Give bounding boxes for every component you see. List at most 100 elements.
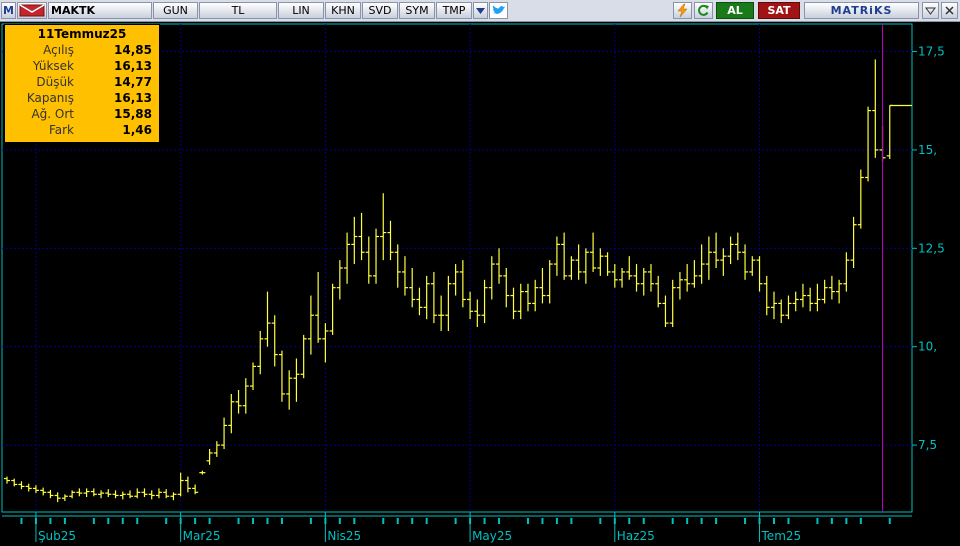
x-day-marker: [888, 518, 891, 524]
x-day-marker: [526, 518, 529, 524]
symbol-flag-icon[interactable]: [17, 2, 47, 19]
ohlc-bar: [814, 283, 821, 312]
y-tick-label: 12,5: [918, 241, 945, 255]
x-tick-label: Tem25: [761, 529, 802, 543]
ohlc-bar: [69, 490, 76, 499]
x-day-marker: [700, 518, 703, 524]
sell-button[interactable]: SAT: [758, 2, 800, 19]
ohlc-bar: [148, 490, 155, 500]
ohlc-bar: [828, 275, 835, 300]
volume-button[interactable]: SVD: [362, 2, 398, 19]
info-value: 15,88: [114, 107, 152, 121]
ohlc-bar: [727, 236, 734, 265]
chart-style-button[interactable]: KHN: [325, 2, 361, 19]
ohlc-bar: [170, 492, 177, 501]
x-day-marker: [411, 518, 414, 524]
x-day-marker: [772, 518, 775, 524]
x-day-marker: [136, 518, 139, 524]
ohlc-bar: [705, 236, 712, 280]
x-tick-label: Nis25: [327, 529, 361, 543]
x-day-marker: [715, 518, 718, 524]
brand-label: MATRiKS: [804, 2, 919, 19]
x-day-marker: [613, 518, 616, 524]
x-day-marker: [744, 518, 747, 524]
scale-button[interactable]: LIN: [278, 2, 324, 19]
ohlc-bar: [742, 244, 749, 280]
ohlc-bar: [510, 287, 517, 320]
ohlc-bar: [749, 256, 756, 276]
ohlc-bar: [517, 283, 524, 320]
top-toolbar: M MAKTK GUN TL LIN KHN SVD SYM TMP AL SA…: [0, 0, 960, 22]
ohlc-bar: [32, 485, 39, 494]
close-button[interactable]: [941, 2, 958, 19]
ohlc-bar: [568, 256, 575, 280]
ohlc-bar: [553, 236, 560, 276]
ohlc-bar: [452, 264, 459, 296]
y-tick-label: 7,5: [918, 438, 937, 452]
ohlc-bar: [546, 260, 553, 304]
ohlc-bar: [61, 494, 68, 501]
info-row: Yüksek 16,13: [9, 59, 154, 75]
info-row: Düşük 14,77: [9, 75, 154, 91]
ohlc-bar: [409, 268, 416, 308]
ohlc-bar: [872, 59, 879, 158]
ohlc-bar: [626, 256, 633, 280]
twitter-button[interactable]: [489, 2, 508, 19]
ohlc-bar: [199, 470, 206, 475]
collapse-button[interactable]: [922, 2, 939, 19]
info-value: 1,46: [122, 123, 152, 137]
ohlc-bar: [112, 490, 119, 499]
ohlc-bar: [278, 350, 285, 402]
x-day-marker: [266, 518, 269, 524]
ohlc-bar: [221, 417, 228, 450]
ohlc-bar: [213, 441, 220, 457]
info-value: 14,77: [114, 75, 152, 89]
ohlc-bar: [647, 264, 654, 292]
alarm-button[interactable]: [673, 2, 692, 19]
ohlc-bar: [184, 476, 191, 493]
info-label: Kapanış: [26, 91, 74, 105]
x-day-marker: [859, 518, 862, 524]
app-menu-button[interactable]: M: [1, 2, 16, 19]
y-tick-label: 10,: [918, 340, 937, 354]
lightning-icon: [677, 3, 688, 18]
symbol-input[interactable]: MAKTK: [48, 2, 152, 19]
x-day-marker: [425, 518, 428, 524]
ohlc-bar: [807, 287, 814, 312]
ohlc-bar: [300, 334, 307, 379]
x-day-marker: [642, 518, 645, 524]
info-value: 16,13: [114, 59, 152, 73]
ohlc-bar: [821, 279, 828, 304]
ohlc-bar: [843, 252, 850, 292]
ohlc-bar: [778, 299, 785, 324]
x-tick-label: May25: [472, 529, 512, 543]
ohlc-bar: [575, 244, 582, 280]
ohlc-bar: [76, 488, 83, 497]
ohlc-bar: [474, 299, 481, 328]
x-day-marker: [34, 518, 37, 524]
currency-button[interactable]: TL: [199, 2, 277, 19]
x-day-marker: [628, 518, 631, 524]
ohlc-bar: [358, 212, 365, 261]
symbol-button[interactable]: SYM: [399, 2, 435, 19]
x-day-marker: [92, 518, 95, 524]
ohlc-bar: [336, 260, 343, 300]
template-button[interactable]: TMP: [436, 2, 472, 19]
ohlc-bar: [25, 483, 32, 492]
ohlc-bar: [307, 295, 314, 355]
ohlc-bar: [763, 275, 770, 316]
dropdown-button[interactable]: [473, 2, 488, 19]
timeframe-button[interactable]: GUN: [153, 2, 198, 19]
refresh-button[interactable]: [694, 2, 713, 19]
ohlc-bar: [315, 271, 322, 343]
ohlc-bar: [503, 268, 510, 308]
ohlc-bar: [720, 248, 727, 276]
ohlc-bar: [119, 491, 126, 500]
ohlc-bar: [756, 256, 763, 292]
x-day-marker: [20, 518, 23, 524]
ohlc-bar: [734, 232, 741, 261]
ohlc-bar: [206, 449, 213, 465]
ohlc-bar: [539, 268, 546, 304]
info-row: Açılış 14,85: [9, 43, 154, 59]
buy-button[interactable]: AL: [716, 2, 754, 19]
